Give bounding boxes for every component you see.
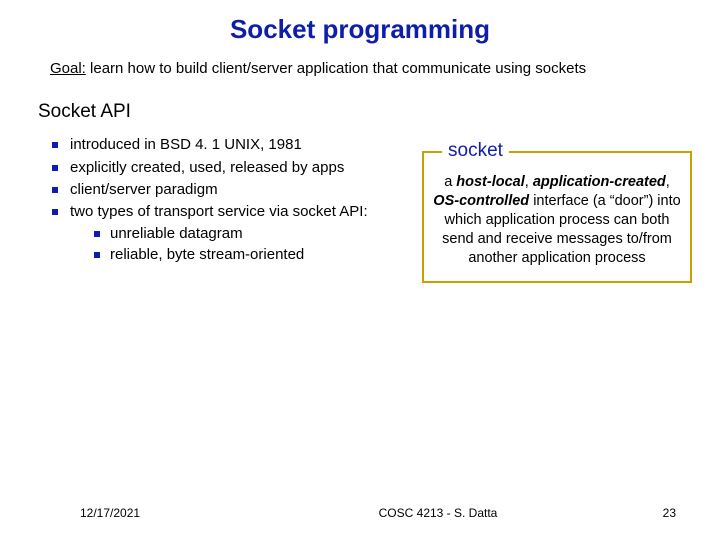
socket-definition-box: socket a host-local, application-created…: [422, 151, 692, 283]
section-heading: Socket API: [0, 79, 720, 131]
bullet-list: introduced in BSD 4. 1 UNIX, 1981 explic…: [38, 135, 408, 265]
sub-bullet-list: unreliable datagram reliable, byte strea…: [70, 224, 408, 265]
list-item: explicitly created, used, released by ap…: [48, 158, 408, 178]
socket-definition-text: a host-local, application-created, OS-co…: [432, 173, 682, 267]
right-column: socket a host-local, application-created…: [422, 135, 692, 283]
socket-text-em: application-created: [533, 174, 666, 190]
socket-legend: socket: [442, 140, 509, 162]
slide-title: Socket programming: [0, 0, 720, 59]
footer-page-number: 23: [616, 506, 676, 520]
goal-label: Goal:: [50, 60, 86, 77]
list-item: two types of transport service via socke…: [48, 202, 408, 265]
content-row: introduced in BSD 4. 1 UNIX, 1981 explic…: [0, 131, 720, 283]
slide-footer: 12/17/2021 COSC 4213 - S. Datta 23: [0, 506, 720, 520]
goal-text: learn how to build client/server applica…: [86, 60, 586, 77]
list-item: unreliable datagram: [90, 224, 408, 244]
footer-date: 12/17/2021: [80, 506, 260, 520]
list-item: reliable, byte stream-oriented: [90, 245, 408, 265]
socket-text-frag: ,: [666, 174, 670, 190]
footer-center: COSC 4213 - S. Datta: [260, 506, 616, 520]
list-item: introduced in BSD 4. 1 UNIX, 1981: [48, 135, 408, 155]
socket-text-frag: ,: [525, 174, 533, 190]
socket-text-frag: a: [444, 174, 456, 190]
left-column: introduced in BSD 4. 1 UNIX, 1981 explic…: [38, 135, 408, 283]
goal-paragraph: Goal: learn how to build client/server a…: [0, 59, 720, 79]
socket-text-em: OS-controlled: [433, 193, 529, 209]
list-item-text: two types of transport service via socke…: [70, 203, 368, 220]
socket-text-em: host-local: [456, 174, 524, 190]
list-item: client/server paradigm: [48, 180, 408, 200]
